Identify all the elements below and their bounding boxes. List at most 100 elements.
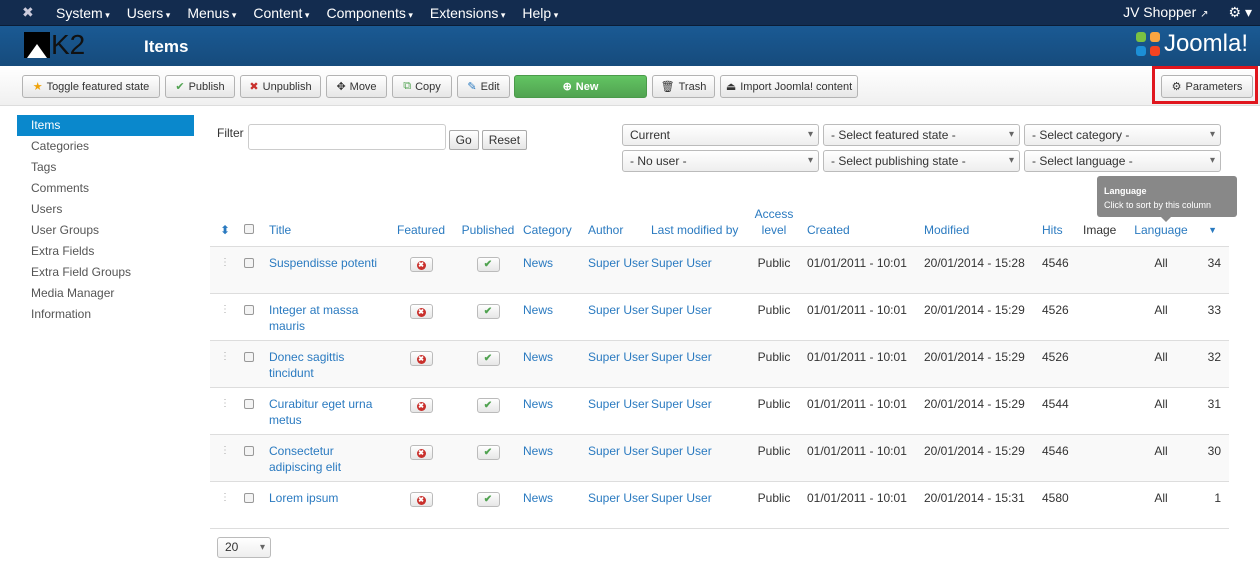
unfeatured-icon[interactable]: ✖ bbox=[409, 492, 433, 507]
row-checkbox[interactable] bbox=[244, 434, 269, 482]
author-link[interactable]: Super User bbox=[588, 350, 649, 364]
modified-by-link[interactable]: Super User bbox=[651, 397, 712, 411]
drag-handle[interactable]: ⋮ bbox=[210, 340, 244, 388]
menu-menus[interactable]: Menus bbox=[187, 5, 236, 21]
author-link[interactable]: Super User bbox=[588, 256, 649, 270]
published-check-icon[interactable]: ✔ bbox=[476, 445, 500, 460]
col-category[interactable]: Category bbox=[523, 205, 588, 247]
title-link[interactable]: Consectetur adipiscing elit bbox=[269, 444, 341, 474]
filter-select-3[interactable]: - No user - bbox=[622, 150, 819, 172]
published-toggle[interactable]: ✔ bbox=[453, 481, 523, 529]
item-title[interactable]: Consectetur adipiscing elit bbox=[269, 434, 389, 482]
reset-button[interactable]: Reset bbox=[481, 130, 528, 150]
edit-button[interactable]: ✎ Edit bbox=[457, 75, 510, 98]
title-link[interactable]: Lorem ipsum bbox=[269, 491, 338, 505]
toggle-featured-state-button[interactable]: ★ Toggle featured state bbox=[22, 75, 160, 98]
new-button[interactable]: ⊕ New bbox=[514, 75, 647, 98]
publish-button[interactable]: ✔ Publish bbox=[165, 75, 235, 98]
menu-extensions[interactable]: Extensions bbox=[430, 5, 506, 21]
row-checkbox[interactable] bbox=[244, 340, 269, 388]
published-toggle[interactable]: ✔ bbox=[453, 246, 523, 294]
published-toggle[interactable]: ✔ bbox=[453, 293, 523, 341]
copy-button[interactable]: ⧉ Copy bbox=[392, 75, 452, 98]
site-link[interactable]: JV Shopper ↗ bbox=[1123, 4, 1208, 21]
filter-input[interactable] bbox=[247, 124, 446, 150]
published-check-icon[interactable]: ✔ bbox=[476, 257, 500, 272]
sidebar-item-user-groups[interactable]: User Groups bbox=[17, 220, 194, 241]
item-title[interactable]: Suspendisse potenti bbox=[269, 246, 389, 294]
featured-toggle[interactable]: ✖ bbox=[389, 246, 453, 294]
category-link[interactable]: News bbox=[523, 303, 553, 317]
unfeatured-icon[interactable]: ✖ bbox=[409, 398, 433, 413]
drag-handle[interactable]: ⋮ bbox=[210, 387, 244, 435]
author-link[interactable]: Super User bbox=[588, 444, 649, 458]
sidebar-item-media-manager[interactable]: Media Manager bbox=[17, 283, 194, 304]
published-toggle[interactable]: ✔ bbox=[453, 387, 523, 435]
sidebar-item-extra-fields[interactable]: Extra Fields bbox=[17, 241, 194, 262]
menu-system[interactable]: System bbox=[56, 5, 110, 21]
featured-toggle[interactable]: ✖ bbox=[389, 293, 453, 341]
row-checkbox[interactable] bbox=[244, 246, 269, 294]
published-check-icon[interactable]: ✔ bbox=[476, 304, 500, 319]
sidebar-item-information[interactable]: Information bbox=[17, 304, 194, 325]
col-title[interactable]: Title bbox=[269, 205, 389, 247]
unfeatured-icon[interactable]: ✖ bbox=[409, 351, 433, 366]
move-button[interactable]: ✥ Move bbox=[326, 75, 387, 98]
menu-help[interactable]: Help bbox=[522, 5, 558, 21]
modified-by-link[interactable]: Super User bbox=[651, 256, 712, 270]
col-hits[interactable]: Hits bbox=[1042, 205, 1083, 247]
published-check-icon[interactable]: ✔ bbox=[476, 398, 500, 413]
row-checkbox[interactable] bbox=[244, 481, 269, 529]
published-toggle[interactable]: ✔ bbox=[453, 340, 523, 388]
drag-handle[interactable]: ⋮ bbox=[210, 481, 244, 529]
item-title[interactable]: Lorem ipsum bbox=[269, 481, 389, 529]
published-check-icon[interactable]: ✔ bbox=[476, 351, 500, 366]
drag-handle[interactable]: ⋮ bbox=[210, 246, 244, 294]
sidebar-item-tags[interactable]: Tags bbox=[17, 157, 194, 178]
title-link[interactable]: Integer at massa mauris bbox=[269, 303, 358, 333]
select-all-checkbox[interactable] bbox=[244, 205, 269, 247]
featured-toggle[interactable]: ✖ bbox=[389, 340, 453, 388]
col-published[interactable]: Published bbox=[453, 205, 523, 247]
filter-select-5[interactable]: - Select language - bbox=[1024, 150, 1221, 172]
go-button[interactable]: Go bbox=[448, 130, 479, 150]
modified-by-link[interactable]: Super User bbox=[651, 303, 712, 317]
col-featured[interactable]: Featured bbox=[389, 205, 453, 247]
title-link[interactable]: Donec sagittis tincidunt bbox=[269, 350, 344, 380]
published-toggle[interactable]: ✔ bbox=[453, 434, 523, 482]
filter-select-4[interactable]: - Select publishing state - bbox=[823, 150, 1020, 172]
row-checkbox[interactable] bbox=[244, 293, 269, 341]
author-link[interactable]: Super User bbox=[588, 303, 649, 317]
col-modified[interactable]: Modified bbox=[924, 205, 1042, 247]
unfeatured-icon[interactable]: ✖ bbox=[409, 304, 433, 319]
filter-select-2[interactable]: - Select category - bbox=[1024, 124, 1221, 146]
col-modified-by[interactable]: Last modified by bbox=[651, 205, 741, 247]
category-link[interactable]: News bbox=[523, 491, 553, 505]
modified-by-link[interactable]: Super User bbox=[651, 444, 712, 458]
filter-select-0[interactable]: Current bbox=[622, 124, 819, 146]
sidebar-item-comments[interactable]: Comments bbox=[17, 178, 194, 199]
unpublish-button[interactable]: ✖ Unpublish bbox=[240, 75, 321, 98]
author-link[interactable]: Super User bbox=[588, 491, 649, 505]
unfeatured-icon[interactable]: ✖ bbox=[409, 257, 433, 272]
menu-components[interactable]: Components bbox=[326, 5, 412, 21]
row-checkbox[interactable] bbox=[244, 387, 269, 435]
featured-toggle[interactable]: ✖ bbox=[389, 481, 453, 529]
col-author[interactable]: Author bbox=[588, 205, 651, 247]
modified-by-link[interactable]: Super User bbox=[651, 350, 712, 364]
trash-button[interactable]: 🗑 Trash bbox=[652, 75, 715, 98]
sidebar-item-items[interactable]: Items bbox=[17, 115, 194, 136]
item-title[interactable]: Curabitur eget urna metus bbox=[269, 387, 389, 435]
modified-by-link[interactable]: Super User bbox=[651, 491, 712, 505]
item-title[interactable]: Donec sagittis tincidunt bbox=[269, 340, 389, 388]
gear-icon[interactable]: ⚙ ▾ bbox=[1229, 4, 1252, 21]
import-joomla-content-button[interactable]: ⏏ Import Joomla! content bbox=[720, 75, 858, 98]
title-link[interactable]: Curabitur eget urna metus bbox=[269, 397, 372, 427]
unfeatured-icon[interactable]: ✖ bbox=[409, 445, 433, 460]
category-link[interactable]: News bbox=[523, 397, 553, 411]
category-link[interactable]: News bbox=[523, 256, 553, 270]
featured-toggle[interactable]: ✖ bbox=[389, 434, 453, 482]
menu-content[interactable]: Content bbox=[253, 5, 309, 21]
drag-handle[interactable]: ⋮ bbox=[210, 434, 244, 482]
item-title[interactable]: Integer at massa mauris bbox=[269, 293, 389, 341]
